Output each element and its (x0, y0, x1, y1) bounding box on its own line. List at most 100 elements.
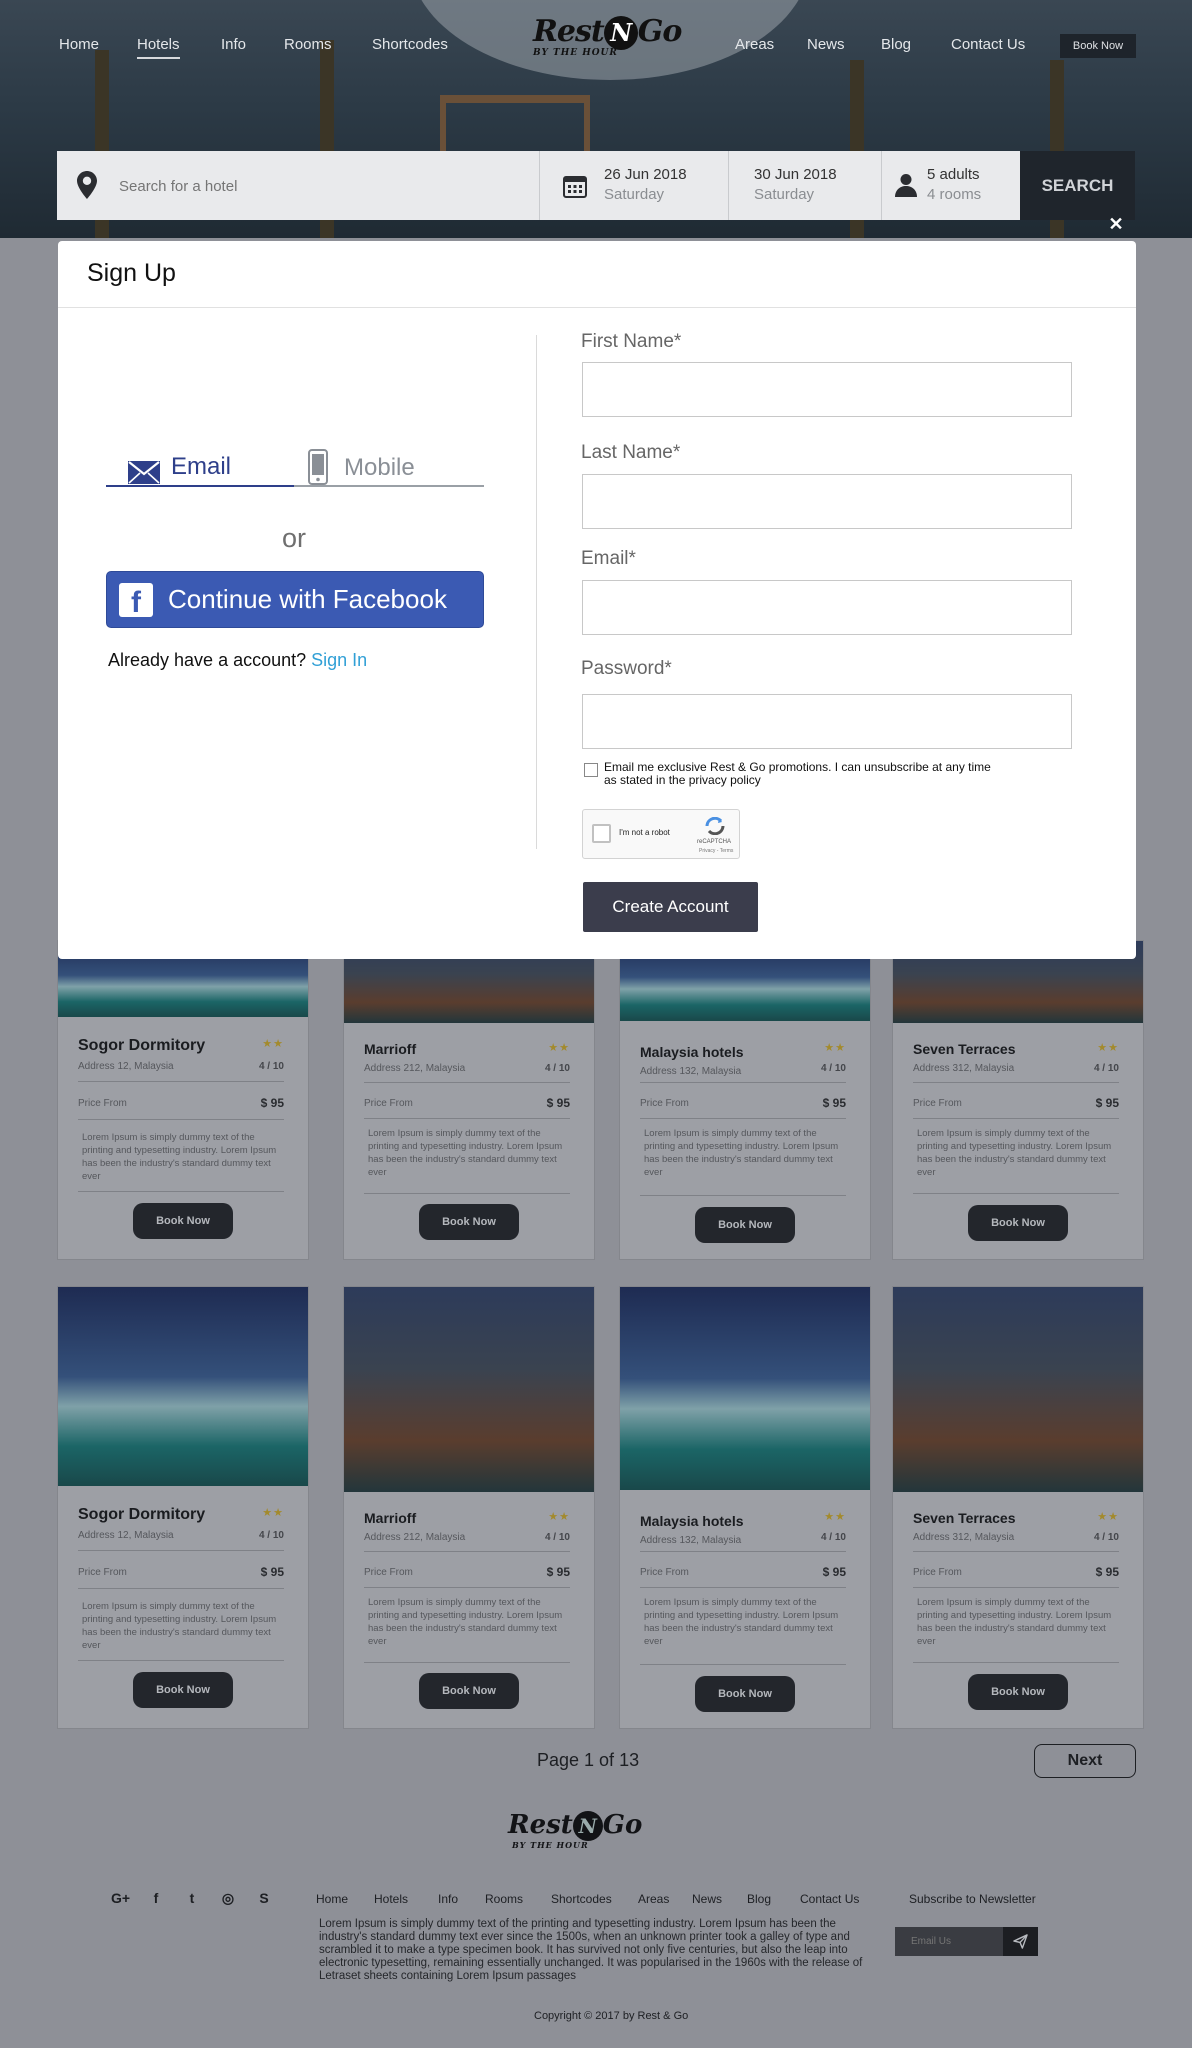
hotel-search-bar: 26 Jun 2018 Saturday 30 Jun 2018 Saturda… (57, 151, 1135, 220)
divider (640, 1195, 846, 1196)
footer-nav-home[interactable]: Home (316, 1892, 348, 1906)
book-now-button[interactable]: Book Now (419, 1673, 519, 1709)
recaptcha-terms-link[interactable]: Privacy - Terms (699, 848, 733, 854)
hotel-card[interactable]: Marrioff ★★ Address 212, Malaysia 4 / 10… (343, 940, 595, 1260)
promo-checkbox[interactable] (584, 763, 598, 777)
tab-mobile[interactable]: Mobile (294, 449, 484, 487)
nav-blog[interactable]: Blog (881, 36, 911, 53)
hotel-card[interactable]: Seven Terraces ★★ Address 312, Malaysia … (892, 1286, 1144, 1729)
hotel-address: Address 12, Malaysia (78, 1530, 174, 1541)
book-now-button[interactable]: Book Now (968, 1205, 1068, 1241)
checkin-date[interactable]: 26 Jun 2018 Saturday (604, 165, 687, 205)
create-account-button[interactable]: Create Account (583, 882, 758, 932)
nav-hotels[interactable]: Hotels (137, 36, 180, 59)
send-icon (1013, 1934, 1028, 1949)
price-label: Price From (364, 1567, 413, 1578)
site-logo[interactable]: Rest N Go BY THE HOUR (533, 14, 693, 60)
footer-logo[interactable]: Rest N Go BY THE HOUR (508, 1810, 668, 1856)
hotel-card[interactable]: Malaysia hotels ★★ Address 132, Malaysia… (619, 940, 871, 1260)
copyright: Copyright © 2017 by Rest & Go (534, 2010, 689, 2022)
hotel-name: Malaysia hotels (640, 1044, 744, 1060)
hotel-card[interactable]: Sogor Dormitory ★★ Address 12, Malaysia … (57, 940, 309, 1260)
footer-nav-areas[interactable]: Areas (638, 1892, 669, 1906)
book-now-button[interactable]: Book Now (133, 1672, 233, 1708)
last-name-field[interactable] (582, 474, 1072, 529)
book-now-button[interactable]: Book Now (133, 1203, 233, 1239)
footer-nav-news[interactable]: News (692, 1892, 722, 1906)
search-button[interactable]: SEARCH (1020, 151, 1135, 220)
nav-home[interactable]: Home (59, 36, 99, 53)
password-field[interactable] (582, 694, 1072, 749)
hotel-card[interactable]: Seven Terraces ★★ Address 312, Malaysia … (892, 940, 1144, 1260)
book-now-button[interactable]: Book Now (695, 1207, 795, 1243)
pagination-label: Page 1 of 13 (537, 1750, 640, 1770)
price-label: Price From (913, 1098, 962, 1109)
divider (78, 1191, 284, 1192)
hotel-address: Address 132, Malaysia (640, 1066, 742, 1077)
star-rating: ★★ (548, 1042, 570, 1054)
hotel-name: Marrioff (364, 1510, 417, 1526)
divider (78, 1588, 284, 1589)
signup-modal: Sign Up Email Mobile or f Continue with … (58, 241, 1136, 959)
continue-with-facebook-button[interactable]: f Continue with Facebook (106, 571, 484, 628)
hotel-description: Lorem Ipsum is simply dummy text of the … (917, 1597, 1112, 1647)
hotel-card[interactable]: Malaysia hotels ★★ Address 132, Malaysia… (619, 1286, 871, 1729)
hotel-description: Lorem Ipsum is simply dummy text of the … (644, 1128, 839, 1178)
sign-in-link[interactable]: Sign In (311, 650, 367, 670)
hotel-search-input[interactable] (119, 175, 519, 197)
price-value: $ 95 (1095, 1096, 1119, 1110)
user-rating: 4 / 10 (544, 1063, 570, 1074)
book-now-button[interactable]: Book Now (968, 1674, 1068, 1710)
next-page-button[interactable]: Next (1034, 1744, 1136, 1778)
google-plus-icon[interactable]: G+ (111, 1890, 130, 1908)
divider (58, 307, 1136, 308)
hotel-card[interactable]: Sogor Dormitory ★★ Address 12, Malaysia … (57, 1286, 309, 1729)
facebook-button-label: Continue with Facebook (168, 584, 447, 614)
checkout-day: Saturday (754, 186, 815, 203)
user-rating: 4 / 10 (1093, 1532, 1119, 1543)
guests-selector[interactable]: 5 adults 4 rooms (927, 165, 981, 205)
hotel-name: Seven Terraces (913, 1041, 1016, 1057)
email-field[interactable] (582, 580, 1072, 635)
hotel-card[interactable]: Marrioff ★★ Address 212, Malaysia 4 / 10… (343, 1286, 595, 1729)
footer-nav-blog[interactable]: Blog (747, 1892, 771, 1906)
book-now-button[interactable]: Book Now (419, 1204, 519, 1240)
star-rating: ★★ (1097, 1042, 1119, 1054)
first-name-field[interactable] (582, 362, 1072, 417)
checkout-date[interactable]: 30 Jun 2018 Saturday (754, 165, 837, 205)
footer-nav-info[interactable]: Info (438, 1892, 458, 1906)
close-modal-button[interactable]: ✕ (1106, 214, 1126, 234)
footer-nav-rooms[interactable]: Rooms (485, 1892, 523, 1906)
nav-rooms[interactable]: Rooms (284, 36, 332, 53)
footer-nav-contact[interactable]: Contact Us (800, 1892, 859, 1906)
footer-nav-shortcodes[interactable]: Shortcodes (551, 1892, 612, 1906)
facebook-icon[interactable]: f (147, 1890, 165, 1908)
tab-email[interactable]: Email (106, 449, 294, 487)
hotel-image (893, 1287, 1143, 1492)
nav-news[interactable]: News (807, 36, 845, 53)
hotel-description: Lorem Ipsum is simply dummy text of the … (368, 1128, 563, 1178)
divider (364, 1587, 570, 1588)
nav-areas[interactable]: Areas (735, 36, 774, 53)
logo-mark: N (603, 16, 638, 50)
footer-nav-hotels[interactable]: Hotels (374, 1892, 408, 1906)
hotel-name: Seven Terraces (913, 1510, 1016, 1526)
book-now-button[interactable]: Book Now (1060, 34, 1136, 58)
twitter-icon[interactable]: t (183, 1890, 201, 1908)
password-label: Password* (581, 658, 672, 679)
newsletter-email-input[interactable] (895, 1927, 1003, 1956)
newsletter-submit-button[interactable] (1003, 1927, 1038, 1956)
instagram-icon[interactable]: ◎ (219, 1890, 237, 1908)
recaptcha-checkbox[interactable] (592, 824, 611, 843)
divider (539, 151, 540, 220)
envelope-icon (128, 461, 160, 484)
skype-icon[interactable]: S (255, 1890, 273, 1908)
divider (364, 1082, 570, 1083)
nav-info[interactable]: Info (221, 36, 246, 53)
hotel-description: Lorem Ipsum is simply dummy text of the … (82, 1601, 277, 1651)
book-now-button[interactable]: Book Now (695, 1676, 795, 1712)
nav-contact[interactable]: Contact Us (951, 36, 1025, 53)
have-account-text: Already have a account? Sign In (108, 650, 367, 671)
price-label: Price From (913, 1567, 962, 1578)
nav-shortcodes[interactable]: Shortcodes (372, 36, 448, 53)
